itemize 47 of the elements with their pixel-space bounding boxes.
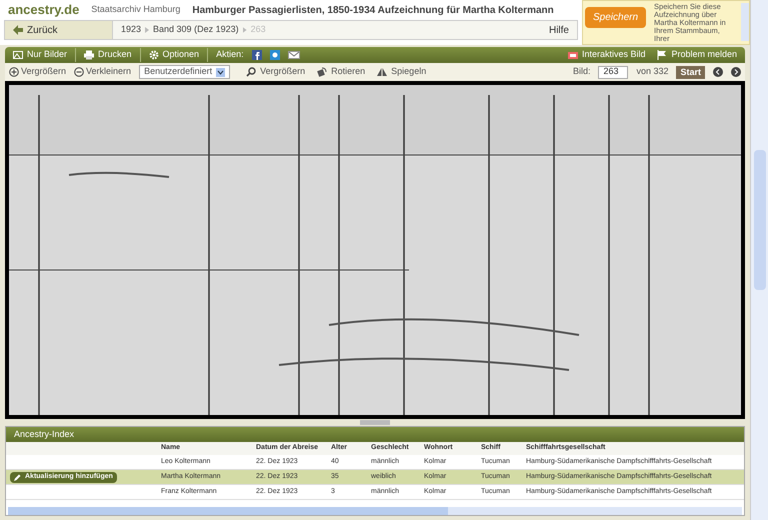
facebook-icon[interactable]	[252, 50, 262, 60]
image-number-field[interactable]: 263	[598, 66, 628, 78]
index-title: Ancestry-Index	[6, 427, 744, 442]
toolbar-button[interactable]: Nur Bilder	[13, 48, 76, 62]
magnifier-icon	[246, 67, 256, 77]
next-icon[interactable]	[731, 67, 741, 77]
archive-name: Staatsarchiv Hamburg	[91, 3, 180, 16]
breadcrumb[interactable]: 1923	[121, 23, 142, 37]
previous-icon[interactable]	[713, 67, 723, 77]
picture-icon	[568, 50, 578, 60]
toolbar-button[interactable]: Drucken	[84, 48, 141, 62]
page-scrollbar[interactable]	[750, 0, 768, 520]
breadcrumb-separator-icon	[145, 27, 150, 33]
image-label: Bild:	[572, 65, 590, 78]
back-button[interactable]: Zurück	[5, 21, 113, 39]
breadcrumb-separator-icon	[242, 27, 247, 33]
record-title: Hamburger Passagierlisten, 1850-1934 Aufzeichnung für Martha Koltermann	[192, 4, 554, 18]
site-logo[interactable]: ancestry.de	[8, 0, 80, 20]
tool-button[interactable]: Spiegeln	[377, 65, 426, 79]
preset-dropdown[interactable]: Benutzerdefiniert	[139, 65, 230, 79]
horizontal-scrollbar[interactable]	[8, 507, 742, 515]
mail-icon[interactable]	[288, 50, 300, 60]
toolbar-button[interactable]: Interaktives Bild	[568, 48, 646, 62]
toolbar-button[interactable]: Optionen	[148, 48, 208, 62]
image-count: von 332	[636, 65, 668, 78]
pencil-icon	[14, 474, 21, 480]
tool-button[interactable]: Rotieren	[317, 65, 366, 79]
tool-button[interactable]: Vergrößern	[246, 65, 306, 79]
rotate-icon	[317, 67, 328, 77]
help-link[interactable]: Hilfe	[540, 22, 577, 38]
plus-circle-icon	[9, 67, 19, 77]
printer-icon	[84, 50, 94, 60]
actions-label: Aktien:	[216, 48, 244, 62]
mirror-icon	[377, 67, 388, 77]
splitter-handle[interactable]	[360, 420, 390, 425]
gear-icon	[148, 50, 159, 60]
image-icon	[13, 50, 23, 60]
zoom-in-button[interactable]: Vergrößern	[9, 65, 66, 79]
toolbar-button[interactable]: Problem melden	[657, 48, 737, 62]
flag-icon	[657, 50, 668, 60]
minus-circle-icon	[74, 67, 84, 77]
breadcrumb[interactable]: Band 309 (Dez 1923)	[153, 23, 239, 37]
zoom-out-button[interactable]: Verkleinern	[74, 65, 132, 79]
dropdown-arrow-icon	[216, 68, 226, 76]
start-button[interactable]: Start	[676, 66, 705, 78]
back-arrow-icon	[13, 25, 23, 35]
scrollbar[interactable]	[741, 3, 749, 41]
